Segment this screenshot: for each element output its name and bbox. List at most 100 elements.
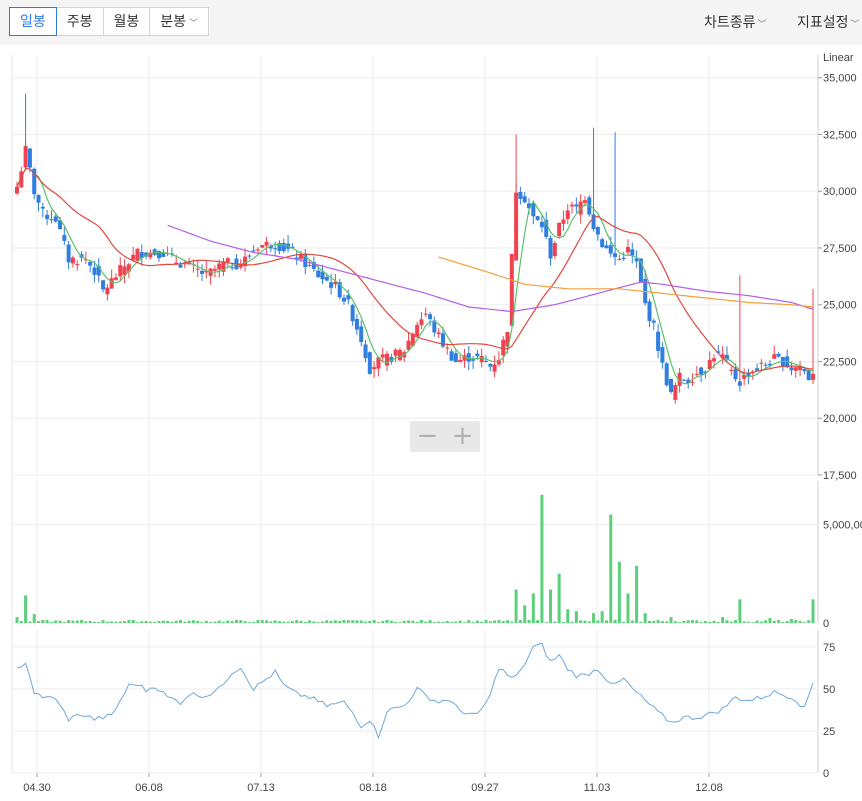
candle-body bbox=[178, 264, 183, 268]
volume-bar bbox=[544, 622, 548, 623]
volume-bar bbox=[665, 621, 669, 623]
candle-body bbox=[776, 353, 781, 357]
candle-body bbox=[135, 248, 140, 261]
scale-label: Linear bbox=[823, 52, 854, 64]
volume-bar bbox=[467, 620, 471, 623]
volume-bar bbox=[299, 620, 303, 623]
candle-body bbox=[385, 353, 390, 366]
date-tick-label: 08.18 bbox=[359, 782, 387, 794]
volume-bar bbox=[772, 620, 776, 623]
volume-bar bbox=[187, 620, 191, 623]
volume-bar bbox=[536, 620, 540, 623]
candle-body bbox=[501, 339, 506, 356]
indicator-settings-menu[interactable]: 지표설정 ﹀ bbox=[797, 12, 860, 32]
tab-weekly[interactable]: 주봉 bbox=[55, 8, 103, 35]
candle-body bbox=[212, 268, 217, 271]
volume-tick-label: 0 bbox=[823, 618, 829, 630]
zoom-in-button[interactable]: + bbox=[445, 421, 480, 452]
candle-body bbox=[483, 360, 488, 362]
candle-body bbox=[428, 314, 433, 320]
volume-bar bbox=[407, 620, 411, 623]
volume-bar bbox=[24, 595, 28, 623]
candle-body bbox=[316, 270, 321, 278]
candle-body bbox=[101, 280, 106, 290]
volume-bar bbox=[540, 494, 544, 623]
volume-bar bbox=[458, 620, 462, 623]
volume-bar bbox=[682, 620, 686, 623]
volume-bar bbox=[660, 621, 664, 623]
candle-body bbox=[475, 353, 480, 357]
volume-bar bbox=[437, 621, 441, 623]
tab-daily[interactable]: 일봉 bbox=[9, 7, 57, 36]
volume-bar bbox=[230, 621, 234, 623]
candle-body bbox=[582, 200, 587, 203]
tab-monthly[interactable]: 월봉 bbox=[102, 8, 150, 35]
volume-bar bbox=[127, 620, 131, 623]
candle-body bbox=[88, 262, 93, 266]
volume-bar bbox=[574, 611, 578, 623]
volume-bar bbox=[191, 620, 195, 623]
candle-body bbox=[625, 246, 630, 253]
volume-bar bbox=[514, 589, 518, 623]
volume-bar bbox=[135, 622, 139, 623]
volume-bar bbox=[596, 620, 600, 623]
volume-bar bbox=[222, 621, 226, 623]
volume-bar bbox=[157, 621, 161, 623]
volume-bar bbox=[54, 620, 58, 623]
candle-body bbox=[161, 252, 166, 257]
candle-body bbox=[759, 362, 764, 364]
candle-body bbox=[449, 351, 454, 361]
volume-bar bbox=[484, 619, 488, 623]
candle-body bbox=[359, 326, 364, 343]
volume-bar bbox=[630, 620, 634, 623]
chart-type-menu[interactable]: 차트종류 ﹀ bbox=[704, 12, 767, 32]
volume-bar bbox=[673, 621, 677, 623]
candle-body bbox=[367, 352, 372, 374]
volume-bar bbox=[359, 620, 363, 623]
candle-body bbox=[380, 354, 385, 358]
volume-bar bbox=[691, 620, 695, 623]
volume-bar bbox=[376, 622, 380, 623]
volume-bar bbox=[626, 593, 630, 623]
price-tick-label: 22,500 bbox=[823, 356, 857, 368]
volume-bar bbox=[742, 621, 746, 623]
volume-bar bbox=[781, 621, 785, 623]
candle-body bbox=[225, 258, 230, 263]
price-tick-label: 20,000 bbox=[823, 413, 857, 425]
candle-body bbox=[75, 263, 80, 265]
volume-bar bbox=[669, 617, 673, 623]
rsi-tick-label: 50 bbox=[823, 684, 835, 696]
rsi-tick-label: 25 bbox=[823, 726, 835, 738]
candle-body bbox=[561, 219, 566, 224]
candle-body bbox=[806, 370, 811, 381]
zoom-out-button[interactable]: − bbox=[410, 421, 445, 452]
tab-minute[interactable]: 분봉 ﹀ bbox=[149, 8, 208, 35]
volume-bar bbox=[15, 617, 19, 623]
volume-bar bbox=[729, 621, 733, 623]
volume-bar bbox=[110, 621, 114, 623]
volume-bar bbox=[234, 619, 238, 623]
candle-body bbox=[251, 250, 256, 252]
candle-body bbox=[397, 350, 402, 361]
volume-bar bbox=[678, 622, 682, 623]
rsi-tick-label: 75 bbox=[823, 642, 835, 654]
volume-bar bbox=[101, 620, 105, 623]
candle-body bbox=[36, 194, 41, 203]
volume-bar bbox=[118, 621, 122, 623]
volume-bar bbox=[622, 621, 626, 623]
volume-bar bbox=[277, 621, 281, 623]
candle-body bbox=[350, 305, 355, 322]
candle-body bbox=[453, 353, 458, 363]
candle-body bbox=[617, 258, 622, 260]
volume-bar bbox=[647, 620, 651, 623]
volume-bar bbox=[290, 621, 294, 623]
volume-bar bbox=[501, 620, 505, 623]
volume-bar bbox=[265, 620, 269, 623]
candle-body bbox=[574, 204, 579, 207]
price-tick-label: 35,000 bbox=[823, 73, 857, 85]
volume-bar bbox=[450, 622, 454, 623]
candle-body bbox=[535, 216, 540, 220]
volume-bar bbox=[88, 620, 92, 623]
volume-bar bbox=[755, 620, 759, 623]
candle-body bbox=[372, 367, 377, 370]
